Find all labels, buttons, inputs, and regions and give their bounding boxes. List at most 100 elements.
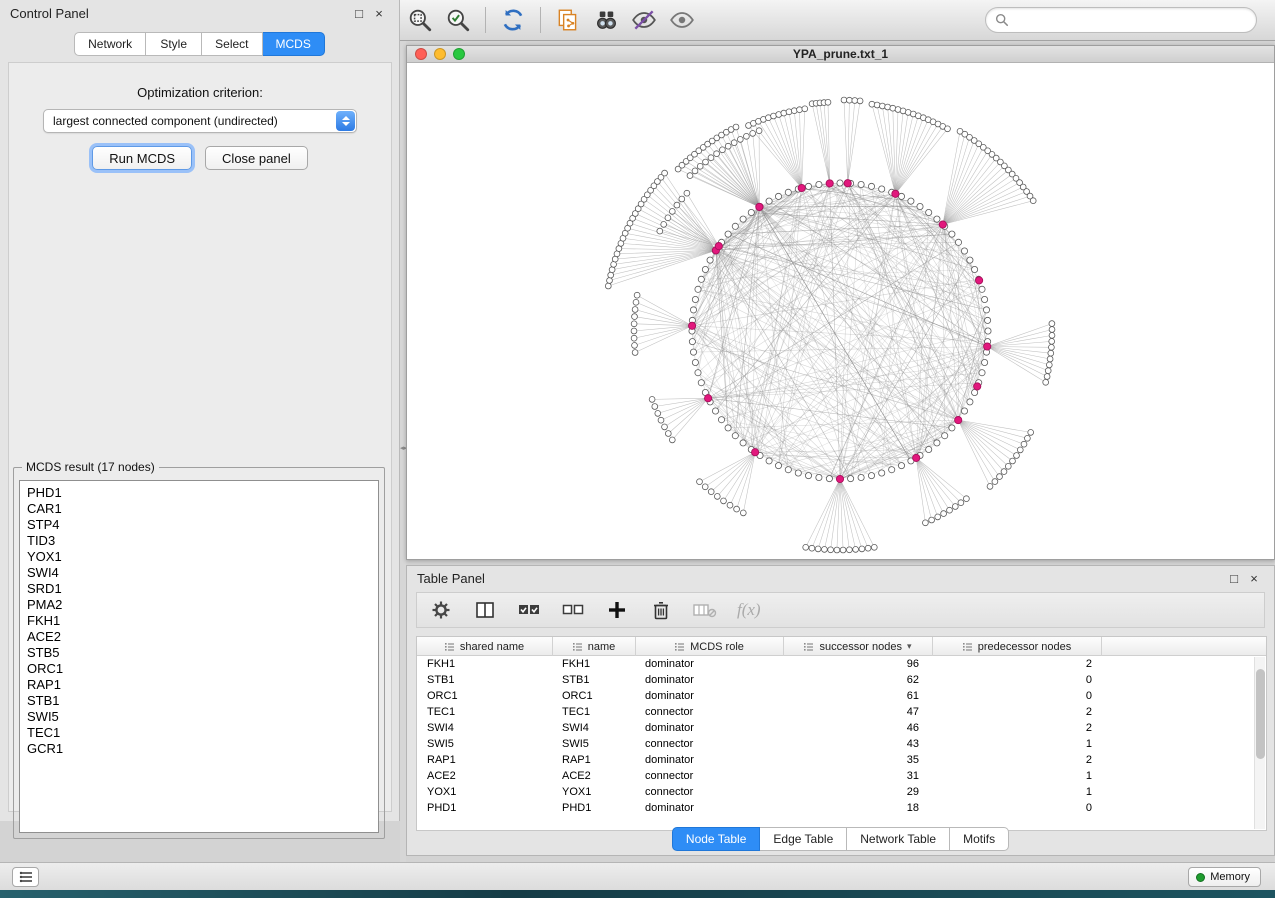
- column-header-MCDS-role[interactable]: MCDS role: [636, 637, 784, 656]
- table-cell[interactable]: FKH1: [553, 656, 636, 672]
- mcds-result-item[interactable]: SWI5: [27, 709, 378, 725]
- mcds-result-item[interactable]: GCR1: [27, 741, 378, 757]
- table-scrollbar-thumb[interactable]: [1256, 669, 1265, 759]
- table-settings-gear-icon[interactable]: [429, 598, 453, 622]
- table-cell[interactable]: SWI5: [417, 736, 553, 752]
- table-cell[interactable]: connector: [636, 704, 784, 720]
- table-cell[interactable]: 43: [784, 736, 933, 752]
- mcds-result-item[interactable]: FKH1: [27, 613, 378, 629]
- table-cell[interactable]: connector: [636, 736, 784, 752]
- status-menu-button[interactable]: [12, 867, 39, 887]
- table-cell[interactable]: dominator: [636, 720, 784, 736]
- mcds-result-item[interactable]: SWI4: [27, 565, 378, 581]
- table-cell[interactable]: 18: [784, 800, 933, 816]
- table-row[interactable]: TEC1TEC1connector472: [417, 704, 1266, 720]
- zoom-selected-icon[interactable]: [439, 4, 477, 36]
- table-tab-network-table[interactable]: Network Table: [847, 827, 950, 851]
- copy-document-icon[interactable]: [549, 4, 587, 36]
- close-panel-button[interactable]: Close panel: [205, 146, 308, 170]
- table-cell[interactable]: dominator: [636, 656, 784, 672]
- mcds-result-item[interactable]: STP4: [27, 517, 378, 533]
- search-network-icon[interactable]: [587, 4, 625, 36]
- table-cell[interactable]: TEC1: [553, 704, 636, 720]
- table-cell[interactable]: ACE2: [417, 768, 553, 784]
- tab-select[interactable]: Select: [202, 32, 262, 56]
- table-cell[interactable]: 47: [784, 704, 933, 720]
- table-cell[interactable]: TEC1: [417, 704, 553, 720]
- float-panel-icon[interactable]: □: [349, 6, 369, 21]
- table-cell[interactable]: 96: [784, 656, 933, 672]
- table-cell[interactable]: PHD1: [553, 800, 636, 816]
- table-cell[interactable]: 0: [933, 672, 1102, 688]
- table-tab-motifs[interactable]: Motifs: [950, 827, 1009, 851]
- table-cell[interactable]: STB1: [417, 672, 553, 688]
- mcds-result-item[interactable]: ACE2: [27, 629, 378, 645]
- table-cell[interactable]: SWI5: [553, 736, 636, 752]
- table-tab-edge-table[interactable]: Edge Table: [760, 827, 847, 851]
- maximize-window-icon[interactable]: [453, 48, 465, 60]
- unselect-all-icon[interactable]: [561, 598, 585, 622]
- select-all-icon[interactable]: [517, 598, 541, 622]
- table-row[interactable]: PHD1PHD1dominator180: [417, 800, 1266, 816]
- table-cell[interactable]: SWI4: [553, 720, 636, 736]
- table-cell[interactable]: 2: [933, 704, 1102, 720]
- table-cell[interactable]: 35: [784, 752, 933, 768]
- table-cell[interactable]: 62: [784, 672, 933, 688]
- column-header-successor-nodes[interactable]: successor nodes▾: [784, 637, 933, 656]
- table-cell[interactable]: SWI4: [417, 720, 553, 736]
- table-scrollbar[interactable]: [1254, 657, 1265, 829]
- table-cell[interactable]: YOX1: [417, 784, 553, 800]
- table-row[interactable]: YOX1YOX1connector291: [417, 784, 1266, 800]
- mcds-result-item[interactable]: CAR1: [27, 501, 378, 517]
- add-column-icon[interactable]: [605, 598, 629, 622]
- table-cell[interactable]: 46: [784, 720, 933, 736]
- table-cell[interactable]: 31: [784, 768, 933, 784]
- table-row[interactable]: RAP1RAP1dominator352: [417, 752, 1266, 768]
- tab-network[interactable]: Network: [74, 32, 146, 56]
- tab-mcds[interactable]: MCDS: [263, 32, 325, 56]
- close-panel-icon[interactable]: ×: [369, 6, 389, 21]
- table-cell[interactable]: 2: [933, 656, 1102, 672]
- table-cell[interactable]: 2: [933, 720, 1102, 736]
- column-header-name[interactable]: name: [553, 637, 636, 656]
- table-cell[interactable]: 0: [933, 800, 1102, 816]
- hide-selection-icon[interactable]: [625, 4, 663, 36]
- close-window-icon[interactable]: [415, 48, 427, 60]
- mcds-result-item[interactable]: STB5: [27, 645, 378, 661]
- mcds-result-item[interactable]: TID3: [27, 533, 378, 549]
- table-cell[interactable]: 2: [933, 752, 1102, 768]
- network-window-titlebar[interactable]: YPA_prune.txt_1: [407, 46, 1274, 63]
- mcds-result-item[interactable]: SRD1: [27, 581, 378, 597]
- close-table-panel-icon[interactable]: ×: [1244, 571, 1264, 586]
- table-row[interactable]: SWI4SWI4dominator462: [417, 720, 1266, 736]
- mcds-result-item[interactable]: YOX1: [27, 549, 378, 565]
- column-header-shared-name[interactable]: shared name: [417, 637, 553, 656]
- column-header-predecessor-nodes[interactable]: predecessor nodes: [933, 637, 1102, 656]
- memory-button[interactable]: Memory: [1188, 867, 1261, 887]
- float-table-panel-icon[interactable]: □: [1224, 571, 1244, 586]
- hide-columns-icon[interactable]: [693, 598, 717, 622]
- table-cell[interactable]: PHD1: [417, 800, 553, 816]
- table-cell[interactable]: 1: [933, 784, 1102, 800]
- table-cell[interactable]: connector: [636, 784, 784, 800]
- mcds-result-item[interactable]: ORC1: [27, 661, 378, 677]
- table-cell[interactable]: connector: [636, 768, 784, 784]
- network-canvas[interactable]: [407, 63, 1274, 559]
- search-input[interactable]: [1014, 10, 1256, 30]
- table-cell[interactable]: 61: [784, 688, 933, 704]
- mcds-result-item[interactable]: PHD1: [27, 485, 378, 501]
- delete-column-icon[interactable]: [649, 598, 673, 622]
- table-cell[interactable]: 0: [933, 688, 1102, 704]
- table-cell[interactable]: 1: [933, 736, 1102, 752]
- table-cell[interactable]: FKH1: [417, 656, 553, 672]
- minimize-window-icon[interactable]: [434, 48, 446, 60]
- table-cell[interactable]: STB1: [553, 672, 636, 688]
- mcds-result-item[interactable]: PMA2: [27, 597, 378, 613]
- table-cell[interactable]: dominator: [636, 672, 784, 688]
- table-cell[interactable]: ORC1: [553, 688, 636, 704]
- table-tab-node-table[interactable]: Node Table: [672, 827, 761, 851]
- table-cell[interactable]: 1: [933, 768, 1102, 784]
- table-cell[interactable]: RAP1: [553, 752, 636, 768]
- show-selection-icon[interactable]: [663, 4, 701, 36]
- column-selector-icon[interactable]: [473, 598, 497, 622]
